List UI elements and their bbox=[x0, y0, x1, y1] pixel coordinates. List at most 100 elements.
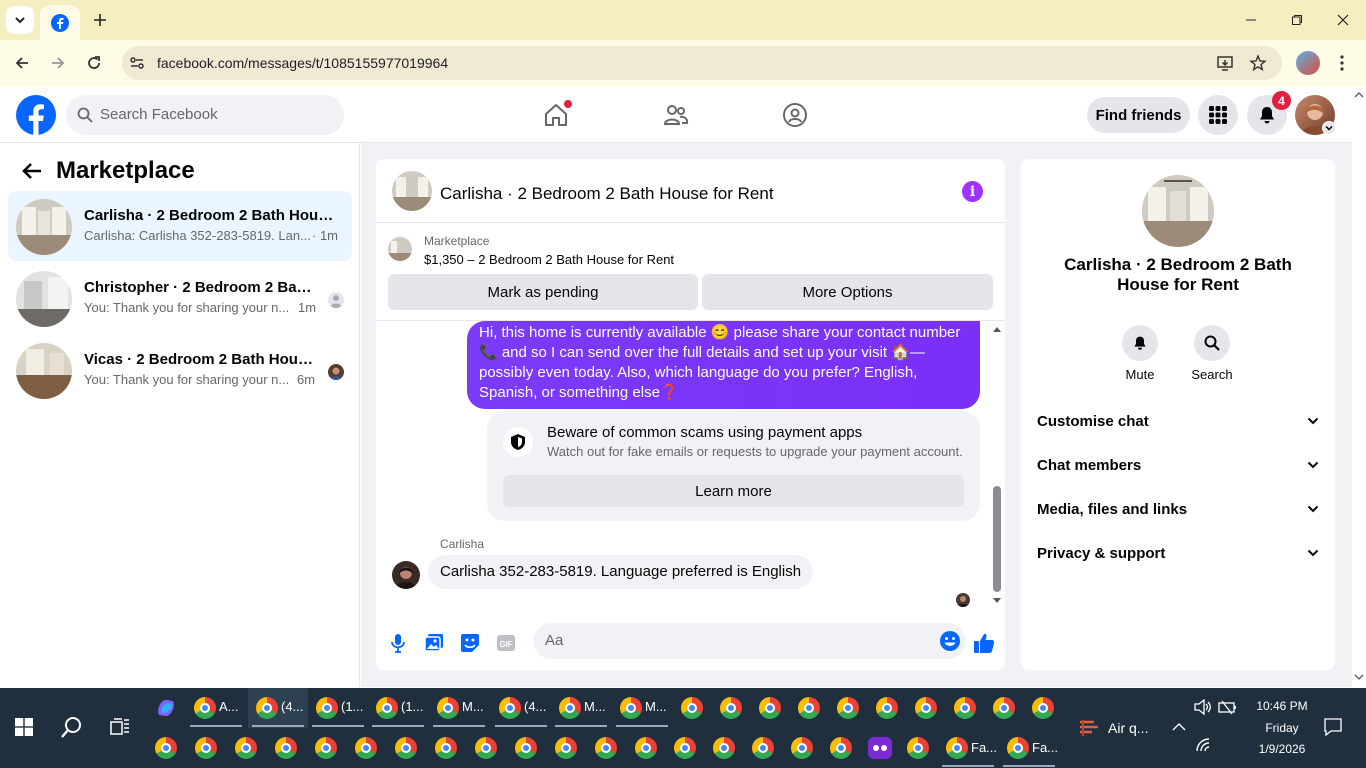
taskbar-window-label[interactable]: M... bbox=[645, 699, 667, 714]
send-like-button[interactable] bbox=[972, 631, 996, 655]
chrome-window-icon[interactable] bbox=[876, 697, 898, 719]
address-bar[interactable]: facebook.com/messages/t/1085155977019964 bbox=[122, 46, 1282, 80]
chrome-window-icon[interactable] bbox=[376, 697, 398, 719]
search-in-conversation-button[interactable]: Search bbox=[1182, 325, 1242, 382]
received-message-bubble[interactable]: Carlisha 352-283-5819. Language preferre… bbox=[428, 555, 814, 589]
gif-button[interactable]: GIF bbox=[494, 631, 518, 655]
chat-title[interactable]: Carlisha · 2 Bedroom 2 Bath House for Re… bbox=[440, 184, 774, 204]
air-quality-icon[interactable] bbox=[1078, 716, 1100, 738]
chrome-window-icon[interactable] bbox=[235, 737, 257, 759]
chat-members-section[interactable]: Chat members bbox=[1037, 443, 1319, 487]
chrome-window-icon[interactable] bbox=[830, 737, 852, 759]
taskbar-window-label[interactable]: Fa... bbox=[971, 740, 997, 755]
mark-as-pending-button[interactable]: Mark as pending bbox=[388, 274, 698, 310]
menu-button[interactable] bbox=[1198, 95, 1238, 135]
scroll-up-arrow-icon[interactable] bbox=[1354, 91, 1364, 99]
sent-message-bubble[interactable]: Hi, this home is currently available 😊 p… bbox=[467, 321, 980, 409]
copilot-icon[interactable] bbox=[155, 697, 177, 719]
chrome-window-icon[interactable] bbox=[713, 737, 735, 759]
clock-day[interactable]: Friday bbox=[1252, 721, 1312, 735]
scroll-down-arrow-icon[interactable] bbox=[1354, 673, 1364, 681]
sticker-button[interactable] bbox=[458, 631, 482, 655]
chevron-up-icon[interactable] bbox=[1172, 722, 1186, 732]
chrome-window-icon[interactable] bbox=[915, 697, 937, 719]
chrome-window-icon[interactable] bbox=[499, 697, 521, 719]
message-input[interactable]: Aa bbox=[533, 623, 966, 659]
taskbar-window-label[interactable]: (1... bbox=[401, 699, 423, 714]
conversation-item[interactable]: Vicas · 2 Bedroom 2 Bath House for Rent … bbox=[8, 335, 352, 405]
chrome-window-icon[interactable] bbox=[316, 697, 338, 719]
taskbar-window-label[interactable]: Fa... bbox=[1032, 740, 1058, 755]
chat-scroll-thumb[interactable] bbox=[993, 486, 1001, 592]
chrome-window-icon[interactable] bbox=[437, 697, 459, 719]
chrome-window-icon[interactable] bbox=[993, 697, 1015, 719]
chrome-window-icon[interactable] bbox=[435, 737, 457, 759]
chrome-window-icon[interactable] bbox=[946, 737, 968, 759]
taskbar-window-label[interactable]: M... bbox=[462, 699, 484, 714]
back-arrow-icon[interactable] bbox=[22, 162, 42, 180]
windows-start-icon[interactable] bbox=[15, 718, 33, 736]
chrome-window-icon[interactable] bbox=[256, 697, 278, 719]
chrome-window-icon[interactable] bbox=[759, 697, 781, 719]
conversation-info-button[interactable]: i bbox=[962, 181, 983, 202]
weather-label[interactable]: Air q... bbox=[1108, 720, 1148, 736]
chrome-window-icon[interactable] bbox=[155, 737, 177, 759]
install-app-icon[interactable] bbox=[1216, 54, 1234, 72]
site-settings-icon[interactable] bbox=[129, 55, 145, 71]
account-menu-chevron[interactable] bbox=[1322, 121, 1336, 135]
forward-button[interactable] bbox=[44, 49, 72, 77]
taskbar-window-label[interactable]: (1... bbox=[341, 699, 363, 714]
chrome-window-icon[interactable] bbox=[1007, 737, 1029, 759]
home-nav-button[interactable] bbox=[540, 99, 572, 131]
find-friends-button[interactable]: Find friends bbox=[1087, 97, 1190, 133]
close-window-button[interactable] bbox=[1320, 6, 1366, 34]
search-icon[interactable] bbox=[61, 716, 83, 738]
facebook-logo-icon[interactable] bbox=[16, 95, 56, 135]
chat-header-thumbnail[interactable] bbox=[392, 171, 432, 211]
voice-clip-button[interactable] bbox=[386, 631, 410, 655]
listing-price-title[interactable]: $1,350 – 2 Bedroom 2 Bath House for Rent bbox=[424, 252, 674, 267]
chrome-window-icon[interactable] bbox=[475, 737, 497, 759]
browser-tab-facebook[interactable] bbox=[40, 5, 80, 40]
chrome-window-icon[interactable] bbox=[555, 737, 577, 759]
notification-center-icon[interactable] bbox=[1323, 717, 1343, 737]
battery-icon[interactable] bbox=[1218, 699, 1238, 715]
chrome-window-icon[interactable] bbox=[791, 737, 813, 759]
taskbar-window-label[interactable]: A... bbox=[219, 699, 239, 714]
clock-date[interactable]: 1/9/2026 bbox=[1252, 742, 1312, 756]
media-files-links-section[interactable]: Media, files and links bbox=[1037, 487, 1319, 531]
chrome-window-icon[interactable] bbox=[559, 697, 581, 719]
chrome-window-icon[interactable] bbox=[837, 697, 859, 719]
chrome-window-icon[interactable] bbox=[194, 697, 216, 719]
chrome-window-icon[interactable] bbox=[954, 697, 976, 719]
conversation-item[interactable]: Christopher · 2 Bedroom 2 Bath House for… bbox=[8, 263, 352, 333]
restore-button[interactable] bbox=[1274, 6, 1320, 34]
chrome-window-icon[interactable] bbox=[515, 737, 537, 759]
task-view-icon[interactable] bbox=[110, 718, 130, 736]
chrome-window-icon[interactable] bbox=[752, 737, 774, 759]
new-tab-button[interactable] bbox=[88, 8, 112, 32]
chat-scrollbar[interactable] bbox=[991, 323, 1003, 603]
tab-search-dropdown[interactable] bbox=[6, 6, 34, 34]
chrome-window-icon[interactable] bbox=[674, 737, 696, 759]
sender-avatar[interactable] bbox=[392, 561, 420, 589]
chrome-window-icon[interactable] bbox=[275, 737, 297, 759]
minimize-button[interactable] bbox=[1228, 6, 1274, 34]
chrome-window-icon[interactable] bbox=[907, 737, 929, 759]
privacy-support-section[interactable]: Privacy & support bbox=[1037, 531, 1319, 575]
customise-chat-section[interactable]: Customise chat bbox=[1037, 399, 1319, 443]
app-icon[interactable] bbox=[868, 737, 892, 759]
conversation-item[interactable]: Carlisha · 2 Bedroom 2 Bath House for Re… bbox=[8, 191, 352, 261]
mute-button[interactable]: Mute bbox=[1110, 325, 1170, 382]
scroll-up-arrow-icon[interactable] bbox=[992, 325, 1002, 333]
chrome-window-icon[interactable] bbox=[195, 737, 217, 759]
taskbar-window-label[interactable]: (4... bbox=[281, 699, 303, 714]
emoji-icon[interactable] bbox=[939, 630, 961, 652]
learn-more-button[interactable]: Learn more bbox=[503, 475, 964, 507]
clock-time[interactable]: 10:46 PM bbox=[1252, 699, 1312, 713]
more-options-button[interactable]: More Options bbox=[702, 274, 993, 310]
back-button[interactable] bbox=[8, 49, 36, 77]
wifi-icon[interactable] bbox=[1196, 738, 1212, 752]
friends-nav-button[interactable] bbox=[660, 99, 692, 131]
profile-avatar-icon[interactable] bbox=[1296, 51, 1320, 75]
